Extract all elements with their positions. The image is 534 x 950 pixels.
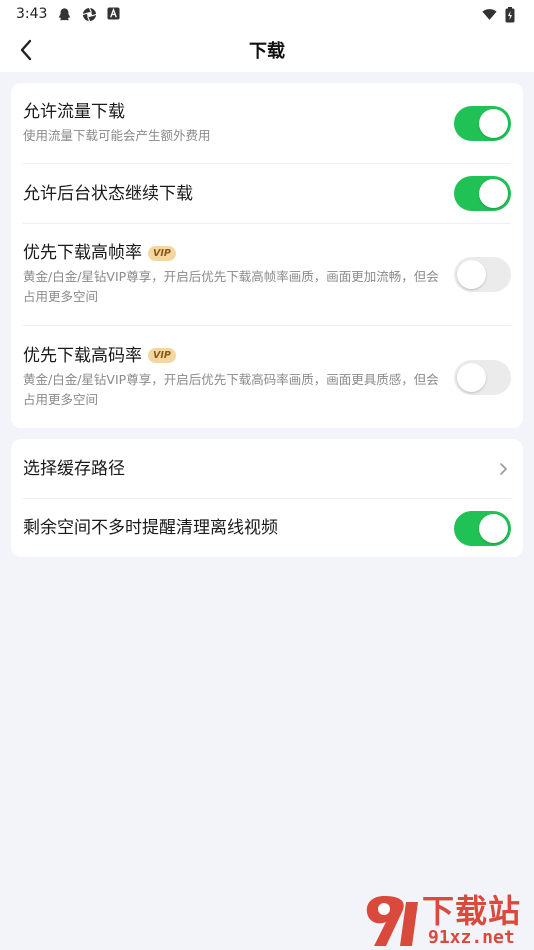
setting-subtitle: 黄金/白金/星钻VIP尊享，开启后优先下载高码率画质，画面更具质感，但会占用更多… xyxy=(23,371,439,407)
setting-row-high-framerate: 优先下载高帧率 VIP 黄金/白金/星钻VIP尊享，开启后优先下载高帧率画质，画… xyxy=(23,224,511,326)
high-bitrate-toggle[interactable] xyxy=(454,359,511,395)
vip-badge: VIP xyxy=(148,348,176,363)
watermark: 下载站 91xz.net xyxy=(362,888,530,950)
download-settings-card: 允许流量下载 使用流量下载可能会产生额外费用 允许后台状态继续下载 优先下载高帧… xyxy=(11,83,523,428)
qq-icon xyxy=(57,7,72,22)
toggle-knob xyxy=(479,108,508,138)
page-title: 下载 xyxy=(249,41,285,62)
storage-settings-card: 选择缓存路径 剩余空间不多时提醒清理离线视频 xyxy=(11,439,523,557)
toggle-knob xyxy=(479,513,508,543)
status-right xyxy=(482,6,520,22)
toggle-knob xyxy=(457,260,486,289)
setting-row-low-space-reminder: 剩余空间不多时提醒清理离线视频 xyxy=(23,499,511,557)
toggle-knob xyxy=(479,179,508,208)
setting-title: 允许流量下载 xyxy=(23,101,125,122)
setting-row-background-download: 允许后台状态继续下载 xyxy=(23,164,511,224)
low-space-reminder-toggle[interactable] xyxy=(454,510,511,546)
mobile-data-toggle[interactable] xyxy=(454,105,511,141)
status-bar: 3:43 xyxy=(0,0,534,28)
nav-bar: 下载 xyxy=(0,28,534,72)
setting-title: 选择缓存路径 xyxy=(23,458,125,479)
watermark-logo-icon xyxy=(366,896,418,946)
back-button[interactable] xyxy=(14,36,38,64)
status-left: 3:43 xyxy=(16,6,122,22)
setting-row-high-bitrate: 优先下载高码率 VIP 黄金/白金/星钻VIP尊享，开启后优先下载高码率画质，画… xyxy=(23,326,511,428)
setting-title: 允许后台状态继续下载 xyxy=(23,183,193,204)
vip-badge: VIP xyxy=(148,245,176,261)
aperture-icon xyxy=(82,7,97,22)
setting-title: 优先下载高帧率 xyxy=(23,243,142,263)
app-a-icon xyxy=(107,6,122,22)
setting-row-mobile-data: 允许流量下载 使用流量下载可能会产生额外费用 xyxy=(23,83,511,164)
watermark-title: 下载站 xyxy=(422,892,522,930)
status-time: 3:43 xyxy=(16,6,48,22)
chevron-left-icon xyxy=(20,39,32,61)
high-framerate-toggle[interactable] xyxy=(454,257,511,292)
background-download-toggle[interactable] xyxy=(454,176,511,211)
watermark-url: 91xz.net xyxy=(428,927,515,948)
setting-subtitle: 使用流量下载可能会产生额外费用 xyxy=(23,127,211,143)
toggle-knob xyxy=(457,362,486,392)
battery-icon xyxy=(505,6,520,22)
setting-subtitle: 黄金/白金/星钻VIP尊享，开启后优先下载高帧率画质，画面更加流畅，但会占用更多… xyxy=(23,269,439,304)
setting-title: 剩余空间不多时提醒清理离线视频 xyxy=(23,518,278,538)
chevron-right-icon xyxy=(497,459,509,479)
setting-row-cache-path[interactable]: 选择缓存路径 xyxy=(23,439,511,499)
wifi-icon xyxy=(482,7,497,22)
setting-title: 优先下载高码率 xyxy=(23,345,142,366)
